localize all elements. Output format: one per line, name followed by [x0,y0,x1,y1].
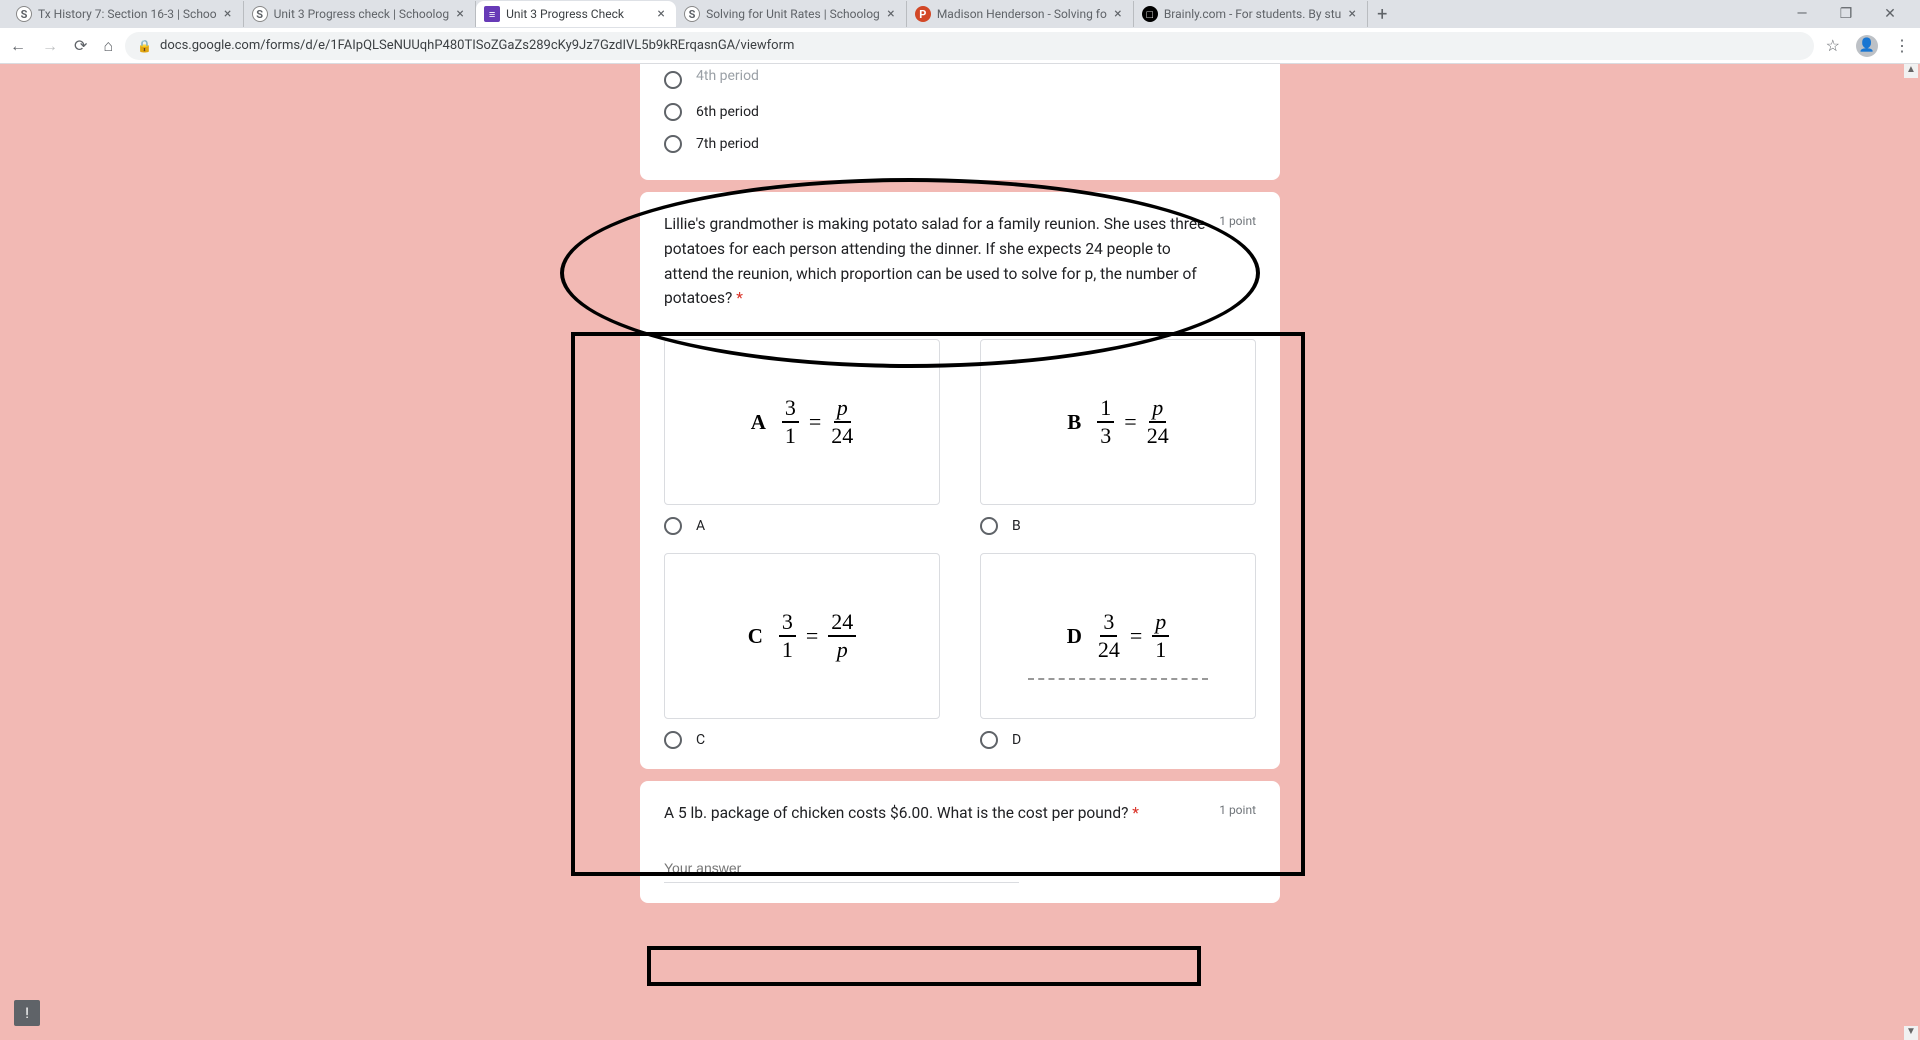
favicon-schoology: S [684,6,700,22]
favicon-schoology: S [16,6,32,22]
minimize-icon[interactable]: — [1792,6,1812,22]
radio-icon [664,103,682,121]
close-icon[interactable]: × [1111,6,1125,22]
radio-icon [664,135,682,153]
address-bar[interactable]: 🔒 docs.google.com/forms/d/e/1FAIpQLSeNUU… [125,32,1814,60]
browser-toolbar: ← → ⟳ ⌂ 🔒 docs.google.com/forms/d/e/1FAI… [0,28,1920,64]
question-points: 1 point [1219,801,1256,817]
choice-letter: C [748,624,763,649]
browser-tab[interactable]: S Tx History 7: Section 16-3 | Schoo × [8,1,244,27]
radio-icon [980,731,998,749]
radio-label: B [1012,518,1021,534]
radio-icon [664,71,682,89]
scroll-down-icon[interactable]: ▼ [1904,1026,1918,1040]
window-controls: — ❐ ✕ [1792,6,1920,22]
profile-avatar[interactable]: 👤 [1856,35,1878,57]
question-card-chicken: A 5 lb. package of chicken costs $6.00. … [640,781,1280,903]
tab-title: Solving for Unit Rates | Schoolog [706,7,880,21]
radio-label: C [696,732,705,748]
new-tab-button[interactable]: + [1368,4,1396,25]
radio-icon [664,517,682,535]
radio-icon [980,517,998,535]
favicon-schoology: S [252,6,268,22]
browser-tab[interactable]: □ Brainly.com - For students. By stu × [1134,1,1368,27]
question-card-period: 4th period 6th period 7th period [640,64,1280,180]
choice-B: B 13 = p24 B [980,339,1256,535]
radio-option-4th[interactable]: 4th period [664,64,1256,96]
radio-label: 4th period [696,68,759,84]
scroll-up-icon[interactable]: ▲ [1904,64,1918,78]
favicon-powerpoint: P [915,6,931,22]
tab-title: Unit 3 Progress check | Schoolog [274,7,449,21]
radio-option-B[interactable]: B [980,517,1256,535]
required-asterisk: * [1132,804,1139,822]
close-icon[interactable]: × [884,6,898,22]
reload-icon[interactable]: ⟳ [74,36,87,56]
choice-letter: D [1067,624,1082,649]
radio-label: 7th period [696,136,759,152]
maximize-icon[interactable]: ❐ [1836,6,1856,22]
question-text: Lillie's grandmother is making potato sa… [664,212,1207,311]
browser-tab-strip: S Tx History 7: Section 16-3 | Schoo × S… [0,0,1920,28]
lock-icon: 🔒 [137,39,152,53]
close-window-icon[interactable]: ✕ [1880,6,1900,22]
choice-image-A[interactable]: A 31 = p24 [664,339,940,505]
tab-title: Unit 3 Progress Check [506,7,650,21]
page-viewport[interactable]: 4th period 6th period 7th period Lillie'… [0,64,1920,1040]
choice-image-C[interactable]: C 31 = 24p [664,553,940,719]
home-icon[interactable]: ⌂ [103,36,113,56]
report-problem-button[interactable]: ! [14,1000,40,1026]
close-icon[interactable]: × [654,6,668,22]
choice-letter: A [751,410,766,435]
star-icon[interactable]: ☆ [1826,36,1840,55]
radio-label: 6th period [696,104,759,120]
question-points: 1 point [1219,212,1256,228]
url-text: docs.google.com/forms/d/e/1FAIpQLSeNUUqh… [160,38,794,53]
choice-C: C 31 = 24p C [664,553,940,749]
browser-tab[interactable]: P Madison Henderson - Solving fo × [907,1,1134,27]
answer-input[interactable] [664,854,1019,883]
choice-A: A 31 = p24 A [664,339,940,535]
radio-option-C[interactable]: C [664,731,940,749]
radio-option-6th[interactable]: 6th period [664,96,1256,128]
favicon-google-forms: ≡ [484,6,500,22]
favicon-brainly: □ [1142,6,1158,22]
close-icon[interactable]: × [221,6,235,22]
radio-option-7th[interactable]: 7th period [664,128,1256,160]
choice-letter: B [1067,410,1081,435]
question-card-proportion: Lillie's grandmother is making potato sa… [640,192,1280,769]
tab-title: Brainly.com - For students. By stu [1164,7,1341,21]
radio-option-A[interactable]: A [664,517,940,535]
radio-icon [664,731,682,749]
required-asterisk: * [736,289,743,307]
kebab-menu-icon[interactable]: ⋮ [1894,36,1910,55]
dashed-line [1028,678,1208,680]
radio-label: A [696,518,705,534]
radio-label: D [1012,732,1021,748]
choice-image-B[interactable]: B 13 = p24 [980,339,1256,505]
forward-icon[interactable]: → [42,36,58,56]
choice-D: D 324 = p1 D [980,553,1256,749]
browser-tab-active[interactable]: ≡ Unit 3 Progress Check × [476,1,676,27]
browser-tab[interactable]: S Unit 3 Progress check | Schoolog × [244,1,476,27]
close-icon[interactable]: × [453,6,467,22]
browser-tab[interactable]: S Solving for Unit Rates | Schoolog × [676,1,907,27]
tab-title: Madison Henderson - Solving fo [937,7,1107,21]
choice-image-D[interactable]: D 324 = p1 [980,553,1256,719]
back-icon[interactable]: ← [10,36,26,56]
question-text: A 5 lb. package of chicken costs $6.00. … [664,801,1207,826]
tab-title: Tx History 7: Section 16-3 | Schoo [38,7,217,21]
nav-icons: ← → ⟳ ⌂ [10,36,113,56]
radio-option-D[interactable]: D [980,731,1256,749]
close-icon[interactable]: × [1345,6,1359,22]
